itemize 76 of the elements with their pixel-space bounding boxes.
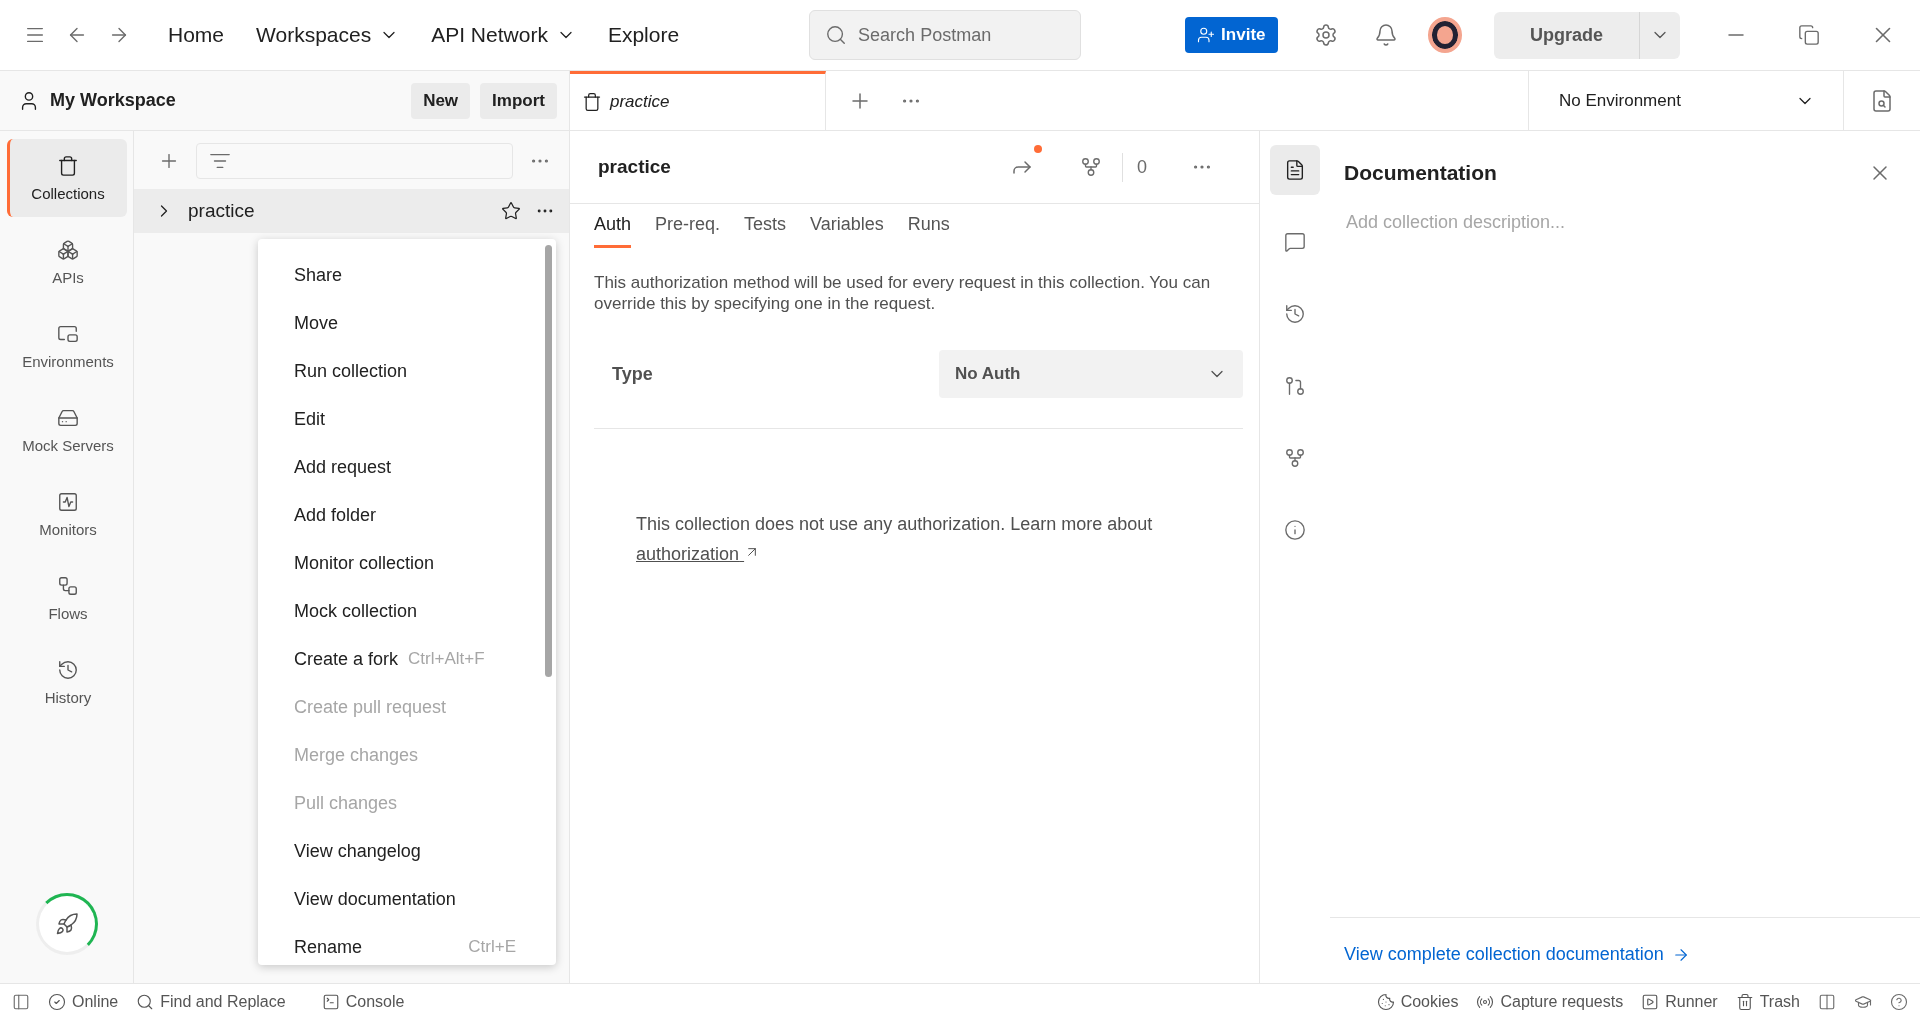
- type-label: Type: [612, 363, 654, 385]
- auth-description: This authorization method will be used for every request in this collection. You can override this by specifying one in the request.: [594, 272, 1212, 314]
- sidebar-item[interactable]: Environments: [6, 307, 127, 385]
- collection-name: practice: [188, 200, 256, 222]
- workspace-button[interactable]: New: [411, 82, 471, 119]
- menu-item[interactable]: Create a fork Ctrl+Alt+F: [258, 635, 556, 683]
- menu-item[interactable]: Move: [258, 299, 556, 347]
- play-icon: [1641, 993, 1660, 1011]
- nav-link[interactable]: API Network: [419, 17, 588, 53]
- sidebar-toggle-icon[interactable]: [12, 993, 30, 1011]
- status-item[interactable]: Online: [48, 993, 119, 1011]
- environment-dropdown[interactable]: No Environment: [1528, 71, 1844, 130]
- tab[interactable]: Auth: [594, 204, 632, 248]
- workspace-button[interactable]: Import: [480, 82, 557, 119]
- menu-item[interactable]: Add request: [258, 443, 556, 491]
- two-pane-icon[interactable]: [1818, 993, 1836, 1011]
- collection-title: practice: [598, 156, 672, 178]
- avatar[interactable]: [1427, 17, 1462, 53]
- scrollbar-thumb[interactable]: [545, 245, 552, 677]
- star-icon[interactable]: [501, 201, 521, 221]
- search-field[interactable]: Search Postman: [809, 10, 1082, 60]
- sidebar-item[interactable]: Mock Servers: [6, 391, 127, 469]
- menu-item[interactable]: Run collection: [258, 347, 556, 395]
- filter-field[interactable]: [196, 143, 513, 179]
- graduation-cap-icon[interactable]: [1854, 993, 1872, 1011]
- add-user-icon: [1197, 26, 1216, 44]
- sidebar-item[interactable]: Collections: [6, 139, 127, 217]
- cookie-icon: [1376, 993, 1395, 1011]
- menu-item[interactable]: Rename Ctrl+E: [258, 923, 556, 965]
- search-icon: [136, 993, 155, 1011]
- documentation-link[interactable]: View complete collection documentation: [1344, 944, 1690, 965]
- menu-item[interactable]: Edit: [258, 395, 556, 443]
- terminal-icon: [321, 993, 340, 1011]
- status-item[interactable]: Find and Replace: [136, 993, 286, 1011]
- nav-link[interactable]: Explore: [595, 17, 692, 53]
- sidebar-item[interactable]: Flows: [6, 559, 127, 637]
- bin-icon: [582, 92, 602, 112]
- status-item[interactable]: Trash: [1735, 993, 1800, 1011]
- collection-row[interactable]: practice: [134, 189, 569, 233]
- tab[interactable]: Runs: [907, 204, 950, 248]
- menu-item[interactable]: View documentation: [258, 875, 556, 923]
- trash-icon: [1735, 993, 1754, 1011]
- status-item[interactable]: Cookies: [1376, 993, 1459, 1011]
- fork-count: 0: [1122, 152, 1171, 182]
- boxes-icon: [57, 238, 79, 261]
- history-icon: [57, 658, 79, 681]
- menu-item[interactable]: View changelog: [258, 827, 556, 875]
- invite-button[interactable]: Invite: [1185, 17, 1278, 53]
- menu-item[interactable]: Monitor collection: [258, 539, 556, 587]
- bin-icon: [57, 154, 79, 177]
- pulse-icon: [57, 490, 79, 513]
- menu-item[interactable]: Share: [258, 251, 556, 299]
- sidebar-item[interactable]: Monitors: [6, 475, 127, 553]
- tab[interactable]: practice: [570, 71, 826, 130]
- flow-icon: [57, 574, 79, 597]
- menu-item[interactable]: Mock collection: [258, 587, 556, 635]
- documentation-title: Documentation: [1344, 161, 1497, 185]
- nav-link[interactable]: Workspaces: [244, 17, 412, 53]
- tab[interactable]: Tests: [744, 204, 787, 248]
- tab[interactable]: Variables: [810, 204, 884, 248]
- signal-icon: [1476, 993, 1495, 1011]
- auth-type-dropdown[interactable]: No Auth: [939, 350, 1243, 398]
- document-icon[interactable]: [1270, 145, 1320, 195]
- tab[interactable]: Pre-req.: [655, 204, 721, 248]
- status-item[interactable]: Capture requests: [1476, 993, 1624, 1011]
- check-circle-icon: [48, 993, 66, 1011]
- nav-link[interactable]: Home: [156, 17, 237, 53]
- status-item[interactable]: Runner: [1641, 993, 1718, 1011]
- workspace-title: My Workspace: [50, 90, 177, 111]
- sidebar-item[interactable]: History: [6, 643, 127, 721]
- help-icon[interactable]: [1890, 993, 1908, 1011]
- sidebar-item[interactable]: APIs: [6, 223, 127, 301]
- menu-item[interactable]: Add folder: [258, 491, 556, 539]
- authorization-link[interactable]: authorization: [636, 544, 761, 564]
- status-item[interactable]: Console: [321, 993, 405, 1011]
- auth-note: This collection does not use any authorization. Learn more about authorization: [636, 513, 1154, 566]
